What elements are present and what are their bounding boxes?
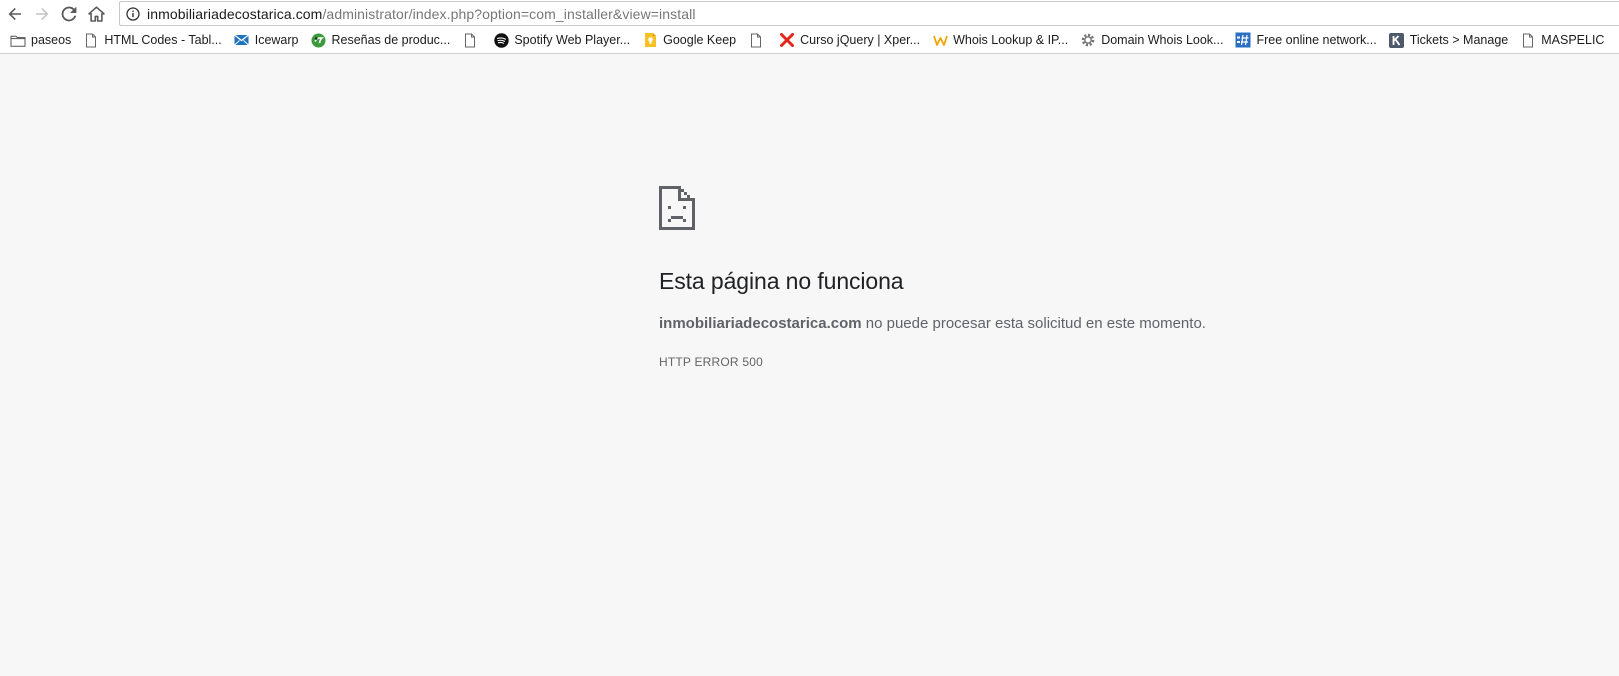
url-host: inmobiliariadecostarica.com bbox=[147, 5, 323, 22]
bookmark-page-untitled-1[interactable] bbox=[462, 29, 483, 51]
bookmark-maspelic[interactable]: MASPELIC bbox=[1520, 29, 1604, 51]
x-icon bbox=[779, 32, 795, 48]
bookmark-free-online-network[interactable]: Free online network... bbox=[1235, 29, 1377, 51]
bookmark-tickets-manage[interactable]: Tickets > Manage bbox=[1389, 29, 1509, 51]
gear-icon bbox=[1080, 32, 1096, 48]
keep-icon bbox=[642, 32, 658, 48]
bookmark-label: Google Keep bbox=[663, 33, 737, 47]
bookmark-spotify[interactable]: Spotify Web Player... bbox=[493, 29, 630, 51]
bookmark-label: MASPELIC bbox=[1541, 33, 1605, 47]
page-icon bbox=[462, 32, 478, 48]
home-icon bbox=[87, 5, 105, 22]
bookmark-label: Spotify Web Player... bbox=[514, 33, 631, 47]
bookmark-label: Domain Whois Look... bbox=[1101, 33, 1224, 47]
bookmark-label: paseos bbox=[31, 33, 72, 47]
back-button[interactable] bbox=[3, 2, 27, 26]
back-arrow-icon bbox=[8, 7, 21, 20]
browser-toolbar: inmobiliariadecostarica.com/administrato… bbox=[0, 0, 1619, 27]
address-bar[interactable]: inmobiliariadecostarica.com/administrato… bbox=[119, 1, 1619, 26]
spotify-icon bbox=[493, 32, 509, 48]
k-icon bbox=[1389, 32, 1405, 48]
error-domain: inmobiliariadecostarica.com bbox=[659, 315, 862, 332]
bookmark-page-untitled-2[interactable] bbox=[748, 29, 769, 51]
bookmark-icewarp[interactable]: Icewarp bbox=[234, 29, 299, 51]
bookmark-curso-jquery[interactable]: Curso jQuery | Xper... bbox=[779, 29, 920, 51]
bookmarks-bar: paseos HTML Codes - Tabl... Icewarp Rese… bbox=[0, 27, 1619, 54]
forward-button[interactable] bbox=[30, 2, 54, 26]
error-message-text: no puede procesar esta solicitud en este… bbox=[861, 315, 1206, 332]
bookmark-html-codes[interactable]: HTML Codes - Tabl... bbox=[83, 29, 222, 51]
bookmark-label: Whois Lookup & IP... bbox=[953, 33, 1069, 47]
bookmark-label: Reseñas de produc... bbox=[331, 33, 451, 47]
bookmark-whois-lookup[interactable]: Whois Lookup & IP... bbox=[932, 29, 1068, 51]
mail-icon bbox=[234, 32, 250, 48]
bookmark-label: HTML Codes - Tabl... bbox=[104, 33, 222, 47]
info-icon[interactable] bbox=[126, 6, 140, 21]
url-text[interactable]: inmobiliariadecostarica.com/administrato… bbox=[147, 6, 696, 22]
page-icon bbox=[748, 32, 764, 48]
reload-icon bbox=[61, 6, 77, 21]
forward-arrow-icon bbox=[36, 7, 49, 20]
reload-button[interactable] bbox=[57, 2, 81, 26]
bookmark-domain-whois[interactable]: Domain Whois Look... bbox=[1080, 29, 1223, 51]
home-button[interactable] bbox=[84, 2, 108, 26]
error-message: inmobiliariadecostarica.com no puede pro… bbox=[659, 315, 1359, 332]
bookmark-google-keep[interactable]: Google Keep bbox=[642, 29, 736, 51]
folder-icon bbox=[10, 32, 26, 48]
error-code: HTTP ERROR 500 bbox=[659, 355, 763, 369]
bookmark-label: Curso jQuery | Xper... bbox=[800, 33, 921, 47]
bookmark-label: Icewarp bbox=[254, 33, 299, 47]
network-icon bbox=[1235, 32, 1251, 48]
error-title: Esta página no funciona bbox=[659, 268, 904, 294]
sad-page-icon bbox=[659, 186, 695, 230]
url-path: /administrator/index.php?option=com_inst… bbox=[322, 5, 696, 22]
bookmark-resenas[interactable]: Reseñas de produc... bbox=[311, 29, 451, 51]
bookmark-label: Tickets > Manage bbox=[1409, 33, 1509, 47]
page-icon bbox=[83, 32, 99, 48]
w-icon bbox=[932, 32, 948, 48]
bookmark-paseos[interactable]: paseos bbox=[10, 29, 71, 51]
bookmark-label: Free online network... bbox=[1256, 33, 1377, 47]
error-page: Esta página no funciona inmobiliariadeco… bbox=[659, 186, 1359, 369]
page-icon bbox=[1520, 32, 1536, 48]
green-logo-icon bbox=[311, 32, 327, 48]
